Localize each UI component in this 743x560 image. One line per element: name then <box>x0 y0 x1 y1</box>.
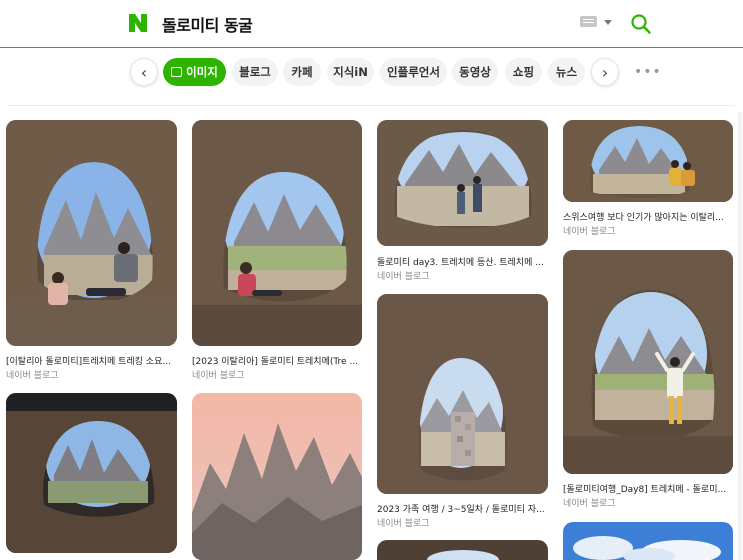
image-result-card[interactable]: [돌로미티여행_Day8] 트레치메 - 돌로미... 네이버 블로그 <box>563 250 733 510</box>
keyboard-icon[interactable] <box>580 16 597 27</box>
tab-images[interactable]: 이미지 <box>163 58 226 86</box>
tab-label: 블로그 <box>239 65 271 79</box>
image-result-card[interactable]: 2023 가족 여행 / 3~5일차 / 돌로미티 자... 네이버 블로그 <box>377 294 548 530</box>
result-source[interactable]: 네이버 블로그 <box>563 224 616 237</box>
more-dots-icon[interactable]: ••• <box>634 64 662 80</box>
image-result-card[interactable] <box>563 522 733 560</box>
naver-logo-icon[interactable] <box>128 13 148 33</box>
result-title[interactable]: 돌로미티 day3. 트레치메 등산. 트레치메 ... <box>377 255 548 268</box>
result-thumbnail[interactable] <box>563 522 733 560</box>
result-thumbnail[interactable] <box>563 120 733 202</box>
tab-blog[interactable]: 블로그 <box>232 58 278 86</box>
result-title[interactable]: 스위스여행 보다 인기가 많아지는 이탈리... <box>563 210 733 223</box>
chevron-left-icon[interactable]: ‹ <box>130 58 158 86</box>
search-tabs: ‹ 이미지 블로그 카페 지식iN 인플루언서 동영상 쇼핑 뉴스 › ••• <box>0 49 743 101</box>
result-thumbnail[interactable] <box>377 294 548 494</box>
tab-label: 이미지 <box>186 65 218 79</box>
result-thumbnail[interactable] <box>6 393 177 553</box>
result-source[interactable]: 네이버 블로그 <box>377 516 430 529</box>
image-result-card[interactable]: 돌로미티 day3. 트레치메 등산. 트레치메 ... 네이버 블로그 <box>377 120 548 282</box>
chevron-right-icon[interactable]: › <box>591 58 619 86</box>
tab-label: 뉴스 <box>555 65 578 79</box>
result-thumbnail[interactable] <box>6 120 177 346</box>
tab-news[interactable]: 뉴스 <box>548 58 585 86</box>
result-thumbnail[interactable] <box>192 393 362 560</box>
tab-shopping[interactable]: 쇼핑 <box>505 58 542 86</box>
result-source[interactable]: 네이버 블로그 <box>563 496 616 509</box>
tab-label: 동영상 <box>459 65 491 79</box>
tab-label: 쇼핑 <box>512 65 535 79</box>
image-icon <box>171 67 183 77</box>
chevron-down-icon[interactable] <box>604 20 612 25</box>
search-header: 돌로미티 동굴 <box>0 0 743 48</box>
search-query-text[interactable]: 돌로미티 동굴 <box>162 12 253 36</box>
tab-video[interactable]: 동영상 <box>452 58 498 86</box>
tab-kin[interactable]: 지식iN <box>327 58 374 86</box>
image-result-card[interactable] <box>192 393 362 560</box>
result-source[interactable]: 네이버 블로그 <box>377 269 430 282</box>
result-title[interactable]: [이탈리아 돌로미티]트레치메 트레킹 소요... <box>6 354 177 367</box>
tab-cafe[interactable]: 카페 <box>283 58 321 86</box>
tab-label: 지식iN <box>333 65 368 79</box>
tab-label: 카페 <box>291 65 313 79</box>
result-thumbnail[interactable] <box>563 250 733 474</box>
image-result-card[interactable]: 스위스여행 보다 인기가 많아지는 이탈리... 네이버 블로그 <box>563 120 733 238</box>
image-result-card[interactable] <box>6 393 177 560</box>
image-result-card[interactable]: [이탈리아 돌로미티]트레치메 트레킹 소요... 네이버 블로그 <box>6 120 177 381</box>
scrollbar[interactable] <box>738 112 742 560</box>
tab-label: 인플루언서 <box>387 65 440 79</box>
tab-influencer[interactable]: 인플루언서 <box>380 58 447 86</box>
image-result-card[interactable] <box>377 540 548 560</box>
result-title[interactable]: [2023 이탈리아] 돌로미티 트레치메(Tre ... <box>192 354 362 367</box>
result-title[interactable]: 2023 가족 여행 / 3~5일차 / 돌로미티 자... <box>377 502 548 515</box>
result-thumbnail[interactable] <box>377 540 548 560</box>
result-thumbnail[interactable] <box>192 120 362 346</box>
result-source[interactable]: 네이버 블로그 <box>6 368 59 381</box>
result-thumbnail[interactable] <box>377 120 548 246</box>
image-result-card[interactable]: [2023 이탈리아] 돌로미티 트레치메(Tre ... 네이버 블로그 <box>192 120 362 381</box>
result-title[interactable]: [돌로미티여행_Day8] 트레치메 - 돌로미... <box>563 482 733 495</box>
search-icon[interactable] <box>630 13 652 35</box>
result-source[interactable]: 네이버 블로그 <box>192 368 245 381</box>
tabs-divider <box>8 105 735 106</box>
